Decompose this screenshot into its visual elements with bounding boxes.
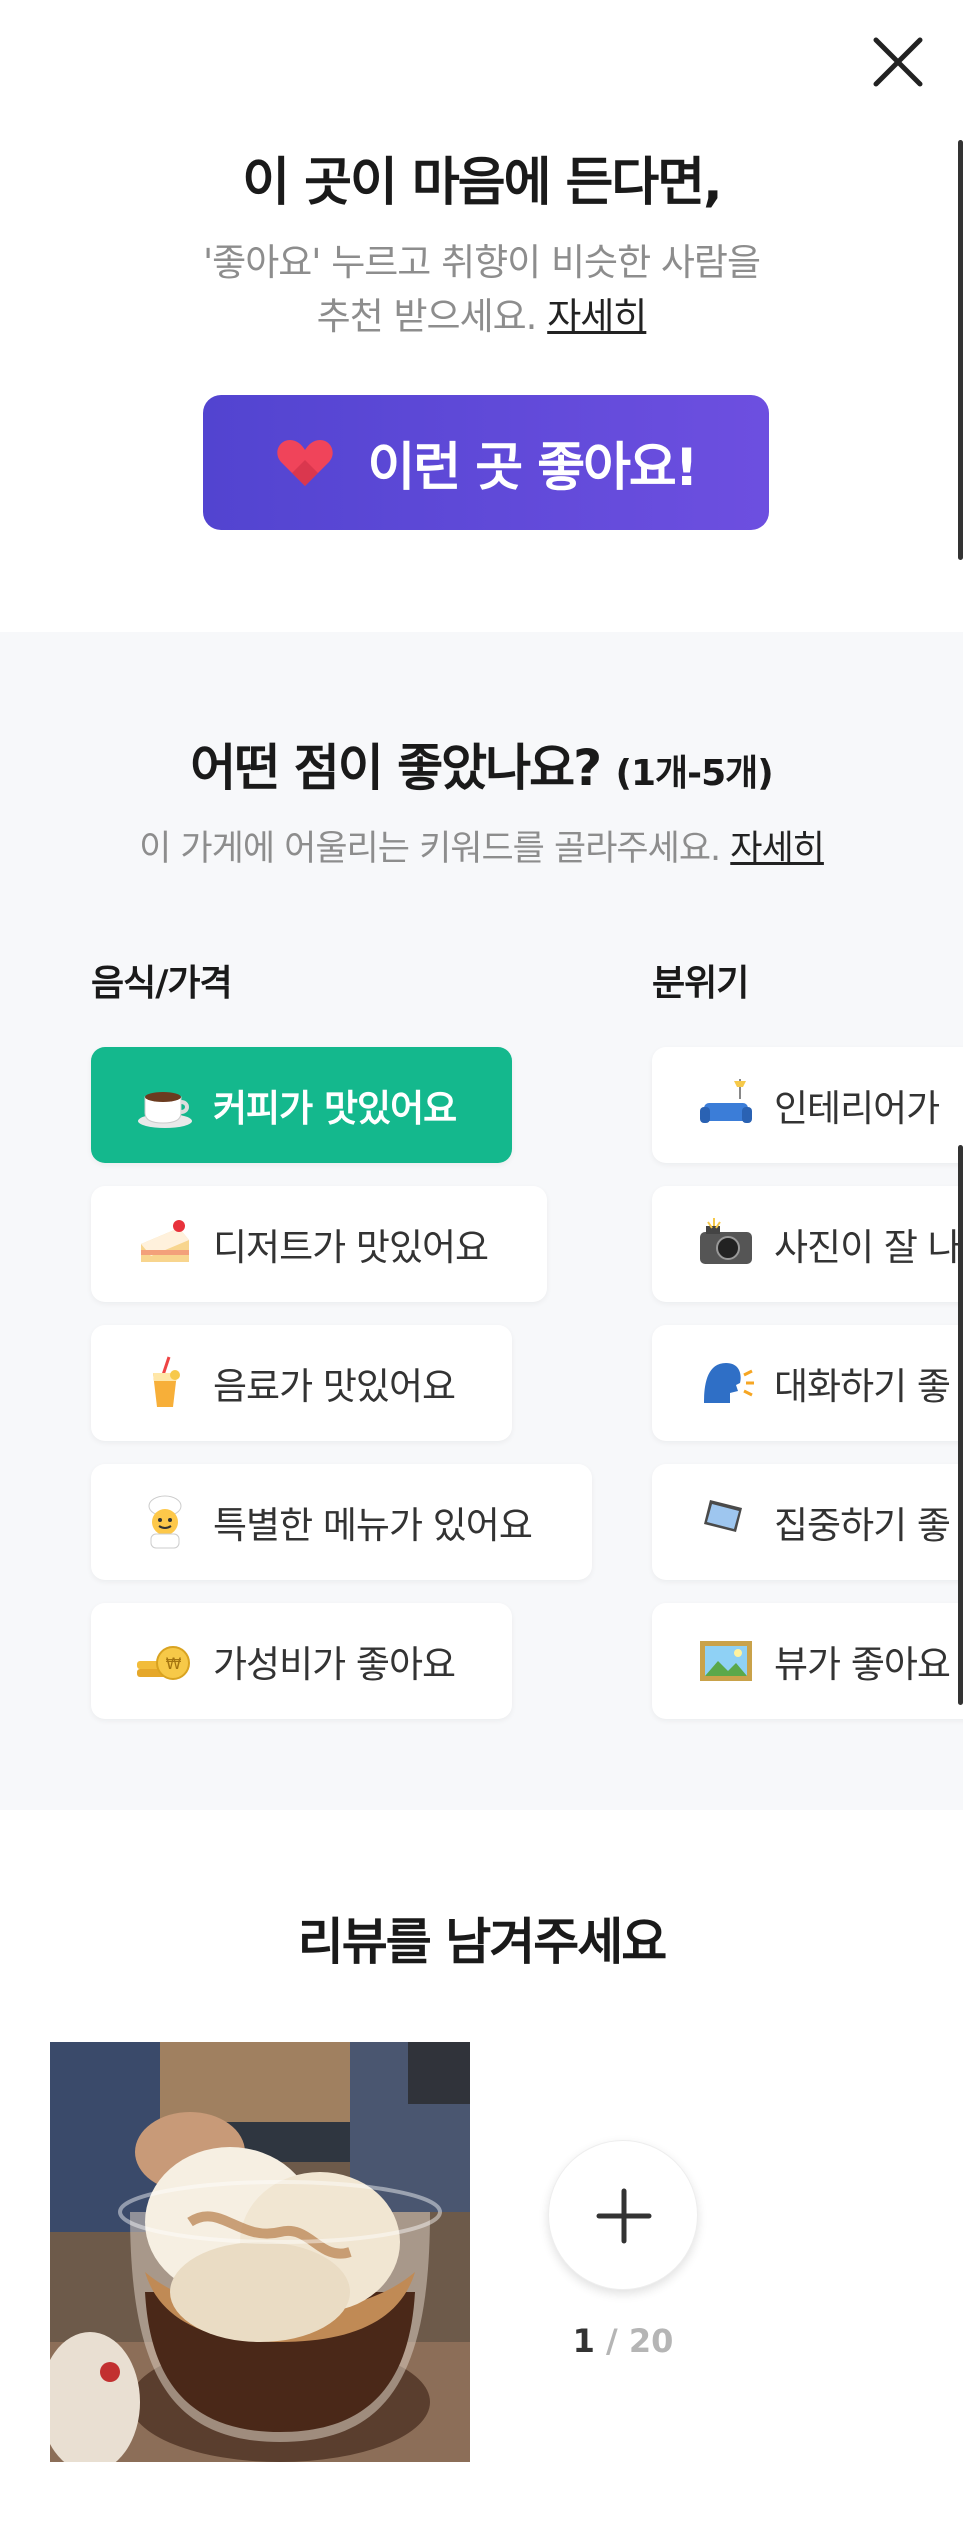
- keyword-chip-special-menu[interactable]: 특별한 메뉴가 있어요: [91, 1464, 592, 1580]
- review-title: 리뷰를 남겨주세요: [297, 1913, 667, 1971]
- food-column-header: 음식/가격: [91, 963, 233, 1004]
- keyword-chip-coffee[interactable]: 커피가 맛있어요: [91, 1047, 512, 1163]
- close-icon: [873, 37, 923, 87]
- keyword-title: 어떤 점이 좋았나요? (1개-5개): [0, 728, 963, 800]
- chef-icon: [148, 1495, 182, 1549]
- keyword-chip-label: 가성비가 좋아요: [213, 1643, 456, 1686]
- coffee-icon: [138, 1092, 192, 1128]
- keyword-chip-label: 뷰가 좋아요: [774, 1643, 951, 1686]
- close-icon: [408, 2042, 470, 2462]
- scroll-indicator: [958, 140, 963, 560]
- photo-count-separator: /: [594, 2322, 629, 2360]
- drink-icon: [153, 1356, 180, 1407]
- heart-icon: [276, 439, 333, 486]
- add-photo-button[interactable]: [548, 2140, 698, 2290]
- scroll-indicator: [958, 1145, 963, 1705]
- keyword-chip-interior[interactable]: 인테리어가: [652, 1047, 963, 1163]
- keyword-chip-conversation[interactable]: 대화하기 좋: [652, 1325, 963, 1441]
- sofa-icon: [700, 1079, 752, 1123]
- keyword-chip-label: 인테리어가: [774, 1087, 940, 1130]
- keyword-chip-label: 사진이 잘 나: [774, 1226, 962, 1269]
- laptop-icon: [704, 1500, 752, 1538]
- keyword-chip-value[interactable]: ₩ 가성비가 좋아요: [91, 1603, 512, 1719]
- keyword-chip-label: 대화하기 좋: [774, 1365, 951, 1408]
- like-subtitle-line2: 추천 받으세요. 자세히: [0, 290, 963, 344]
- like-button-label: 이런 곳 좋아요!: [367, 438, 699, 498]
- coin-icon: ₩: [137, 1646, 190, 1680]
- photo-count-current: 1: [572, 2322, 595, 2360]
- like-subtitle: '좋아요' 누르고 취향이 비슷한 사람을 추천 받으세요. 자세히: [0, 236, 963, 344]
- close-button[interactable]: [868, 32, 928, 92]
- keyword-chip-view[interactable]: 뷰가 좋아요: [652, 1603, 963, 1719]
- photo-count-max: 20: [628, 2322, 674, 2360]
- keyword-title-text: 어떤 점이 좋았나요?: [190, 739, 602, 797]
- mood-column-header: 분위기: [652, 963, 749, 1004]
- cake-icon: [141, 1220, 189, 1262]
- camera-icon: [700, 1218, 752, 1264]
- like-subtitle-text: 추천 받으세요.: [316, 295, 538, 338]
- keyword-chip-photo-spot[interactable]: 사진이 잘 나: [652, 1186, 963, 1302]
- review-photo-thumbnail[interactable]: [50, 2042, 470, 2462]
- keyword-chip-label: 특별한 메뉴가 있어요: [213, 1504, 533, 1547]
- keyword-chip-label: 음료가 맛있어요: [213, 1365, 456, 1408]
- remove-photo-button[interactable]: [408, 2042, 470, 2104]
- keyword-chip-focus[interactable]: 집중하기 좋: [652, 1464, 963, 1580]
- keyword-chip-label: 커피가 맛있어요: [213, 1087, 457, 1130]
- svg-text:₩: ₩: [166, 1654, 182, 1673]
- like-subtitle-line1: '좋아요' 누르고 취향이 비슷한 사람을: [203, 241, 761, 284]
- keyword-more-link[interactable]: 자세히: [730, 829, 825, 869]
- keyword-chip-drink[interactable]: 음료가 맛있어요: [91, 1325, 512, 1441]
- dessert-photo: [50, 2042, 470, 2462]
- like-button[interactable]: 이런 곳 좋아요!: [203, 395, 769, 530]
- like-section: 이 곳이 마음에 든다면, '좋아요' 누르고 취향이 비슷한 사람을 추천 받…: [0, 0, 963, 632]
- plus-icon: [596, 2188, 652, 2244]
- keyword-chip-dessert[interactable]: 디저트가 맛있어요: [91, 1186, 547, 1302]
- keyword-subtitle-text: 이 가게에 어울리는 키워드를 골라주세요.: [139, 829, 721, 869]
- talking-icon: [704, 1363, 754, 1403]
- photo-counter: 1 / 20: [548, 2322, 698, 2360]
- keyword-subtitle: 이 가게에 어울리는 키워드를 골라주세요. 자세히: [0, 820, 963, 871]
- keyword-chip-label: 집중하기 좋: [774, 1504, 951, 1547]
- like-title: 이 곳이 마음에 든다면,: [242, 153, 723, 213]
- keyword-chip-label: 디저트가 맛있어요: [213, 1226, 489, 1269]
- keyword-section: 어떤 점이 좋았나요? (1개-5개) 이 가게에 어울리는 키워드를 골라주세…: [0, 632, 963, 1810]
- keyword-count-hint: (1개-5개): [615, 753, 774, 794]
- like-more-link[interactable]: 자세히: [547, 295, 647, 338]
- picture-icon: [700, 1641, 752, 1681]
- review-section: 리뷰를 남겨주세요 1 / 20: [0, 1810, 963, 2527]
